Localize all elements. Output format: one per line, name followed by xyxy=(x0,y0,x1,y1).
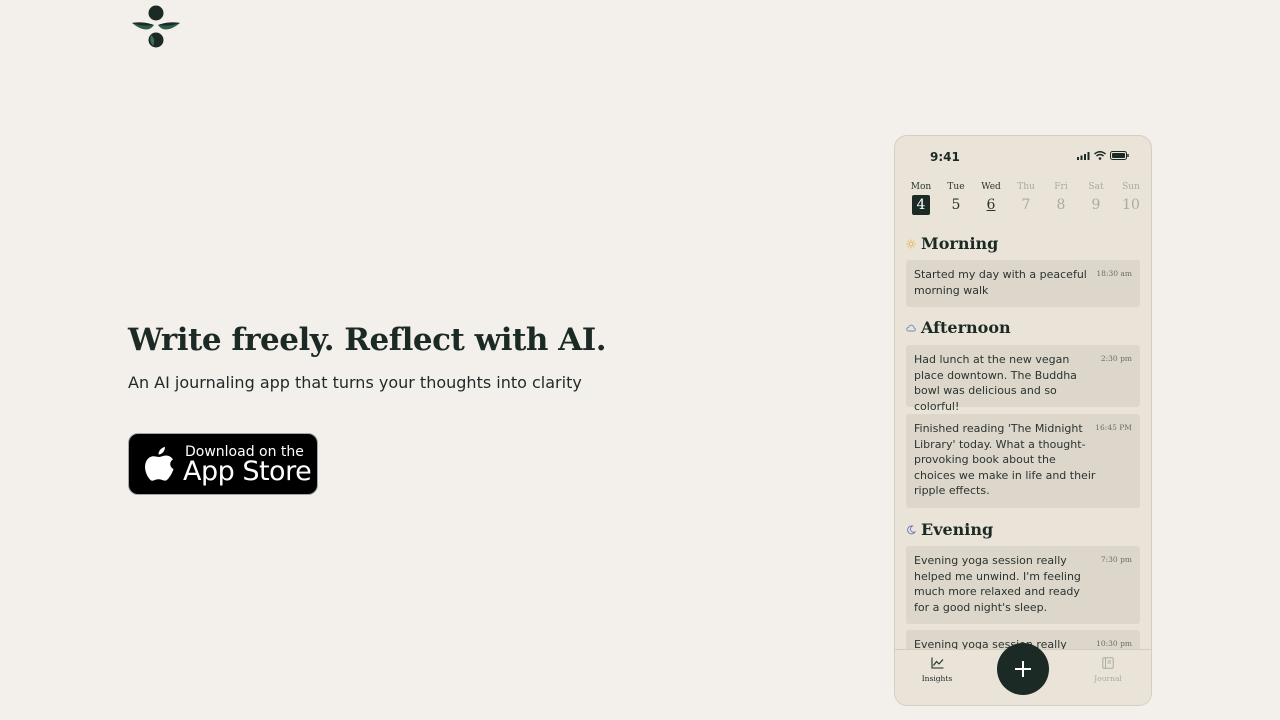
moon-icon xyxy=(907,525,916,534)
day-sat[interactable]: Sat 9 xyxy=(1083,182,1109,215)
app-store-download-button[interactable]: Download on the App Store xyxy=(128,433,318,495)
day-fri[interactable]: Fri 8 xyxy=(1048,182,1074,215)
journal-entry[interactable]: Evening yoga session really helped me un… xyxy=(906,546,1140,624)
wifi-icon xyxy=(1094,151,1106,160)
section-title: Evening xyxy=(921,520,994,539)
day-tue[interactable]: Tue 5 xyxy=(943,182,969,215)
day-mon[interactable]: Mon 4 xyxy=(908,182,934,215)
insights-chart-icon xyxy=(930,657,943,669)
section-afternoon: Afternoon xyxy=(906,318,1011,337)
hero-subtitle: An AI journaling app that turns your tho… xyxy=(128,373,582,392)
section-evening: Evening xyxy=(906,520,993,539)
cellular-signal-icon xyxy=(1077,151,1090,160)
journal-book-icon xyxy=(1102,657,1114,669)
plus-icon xyxy=(1015,661,1031,677)
status-time: 9:41 xyxy=(930,150,960,164)
tab-insights[interactable]: Insights xyxy=(907,654,967,683)
battery-icon xyxy=(1110,151,1129,160)
section-morning: Morning xyxy=(906,234,998,253)
day-sun[interactable]: Sun 10 xyxy=(1118,182,1144,215)
week-day-selector: Mon 4 Tue 5 Wed 6 Thu 7 Fri 8 Sat 9 Sun … xyxy=(908,182,1144,215)
apple-logo-icon xyxy=(145,447,174,481)
section-title: Morning xyxy=(921,234,999,253)
day-thu[interactable]: Thu 7 xyxy=(1013,182,1039,215)
day-wed[interactable]: Wed 6 xyxy=(978,182,1004,215)
journal-entry[interactable]: Had lunch at the new vegan place downtow… xyxy=(906,345,1140,413)
tab-journal[interactable]: Journal xyxy=(1078,654,1138,683)
sun-icon xyxy=(906,239,916,248)
section-title: Afternoon xyxy=(921,318,1011,337)
app-store-big-text: App Store xyxy=(183,456,312,487)
new-entry-button[interactable] xyxy=(997,643,1049,695)
phone-mockup: 9:41 Mon 4 Tue 5 Wed 6 Thu 7 Fri 8 Sat 9… xyxy=(894,135,1152,706)
journal-entry[interactable]: Started my day with a peaceful morning w… xyxy=(906,260,1140,307)
cloud-icon xyxy=(906,324,916,331)
journal-entry[interactable]: Finished reading 'The Midnight Library' … xyxy=(906,414,1140,508)
status-icons xyxy=(1077,151,1129,160)
brand-logo-icon[interactable] xyxy=(131,5,181,49)
hero-title: Write freely. Reflect with AI. xyxy=(128,322,607,358)
